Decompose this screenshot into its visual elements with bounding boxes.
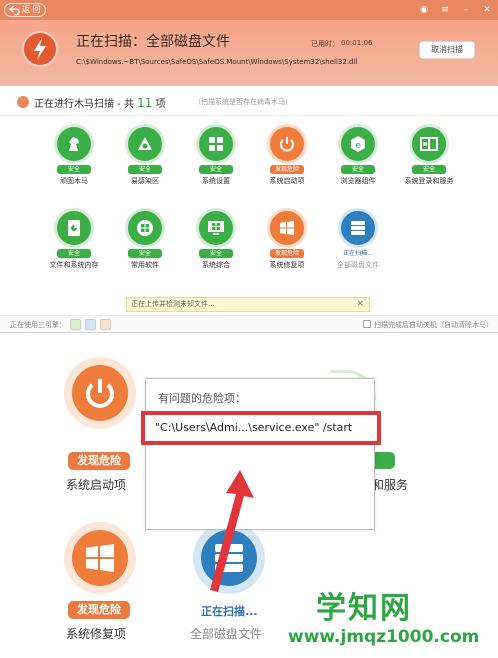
horse-icon [54,124,94,164]
scan-item-label: 全部磁盘文件 [337,261,379,269]
scan-item-common-software[interactable]: 安全 常用软件 [113,208,177,278]
antivirus-window: 返 回 ◉ ≡ – ✕ 正在扫描：全部磁盘文件 C:\$Windows.~BT\… [0,0,498,333]
status-badge: 安全 [57,249,91,258]
red-arrow-icon [210,470,254,592]
scan-item-label: 系统设置 [202,177,230,185]
zoom-repair-label: 系统修复项 [66,627,127,641]
zoom-repair-item[interactable] [64,522,154,642]
scan-item-file-memory[interactable]: 安全 文件和系统内存 [42,208,106,278]
site-watermark: 学知网 www.jmqz1000.com [288,583,493,655]
back-label: 返 回 [22,5,41,14]
skin-icon[interactable]: ◉ [417,3,431,17]
status-bar: 正在使用三引擎： 扫描完成后自动关机（自动清除木马） [0,315,498,332]
scan-header: 正在扫描：全部磁盘文件 C:\$Windows.~BT\Sources\Safe… [0,20,498,86]
browser-icon: e [338,124,378,164]
engine-label: 正在使用三引擎： [10,321,66,329]
zoom-startup-status: 发现危险 [68,452,130,470]
scan-title: 正在扫描：全部磁盘文件 [76,34,230,50]
scan-item-count: 11 [137,96,153,110]
scan-title-suffix: 项 [155,99,166,110]
apps-icon [125,208,165,248]
scan-item-label: 常用软件 [131,261,159,269]
cancel-scan-button[interactable]: 取消扫描 [419,41,475,59]
zoom-disk-status: 正在扫描... [201,605,258,618]
scan-subheader: 正在进行木马扫描 - 共 11 项 （扫描系统是否存在病毒木马） [0,86,498,116]
elapsed-value: 00:01:06 [341,39,373,47]
repair-icon [64,522,136,594]
scan-item-label: 系统综合 [202,261,230,269]
status-badge: 安全 [199,249,233,258]
scan-item-label: 易感染区 [131,177,159,185]
power-icon [64,357,136,429]
scan-item-infection-area[interactable]: 安全 易感染区 [113,124,177,194]
scan-current-path: C:\$Windows.~BT\Sources\SafeOS\SafeOS.Mo… [76,58,358,66]
svg-text:e: e [355,141,361,151]
memory-icon [54,208,94,248]
status-badge: 安全 [57,165,91,174]
scan-item-browser[interactable]: e 安全 浏览器组件 [326,124,390,194]
notice-text: 正在上传并检测未知文件... [131,300,215,308]
scan-item-system-settings[interactable]: 安全 系统设置 [184,124,248,194]
close-icon[interactable]: ✕ [480,3,494,17]
scan-note: （扫描系统是否存在病毒木马） [194,98,292,106]
scan-item-startup[interactable]: 发现危险 系统启动项 [255,124,319,194]
windows-icon [196,208,236,248]
scan-item-system-repair[interactable]: 发现危险 系统修复项 [255,208,319,278]
zoom-disk-label: 全部磁盘文件 [190,627,263,641]
watermark-title: 学知网 [316,591,412,626]
status-badge: 发现危险 [270,165,304,174]
status-badge: 安全 [128,165,162,174]
engine-local-icon[interactable] [85,319,96,330]
engine-cloud-icon[interactable] [70,319,81,330]
scan-item-label: 系统修复项 [269,261,305,269]
zoom-login-badge-partial [375,452,395,469]
status-badge: 正在扫描... [343,250,373,257]
power-icon [267,124,307,164]
settings-icon [196,124,236,164]
popup-title: 有问题的危险项： [158,392,246,405]
status-badge: 安全 [341,165,375,174]
scan-item-label: 浏览器组件 [340,177,376,185]
zoom-startup-label: 系统启动项 [66,478,127,492]
scan-item-stubborn-trojan[interactable]: 安全 顽固木马 [42,124,106,194]
scan-item-label: 系统登录和服务 [404,177,454,185]
scan-status-icon [22,31,58,67]
back-arrow-icon [9,5,20,16]
zoom-login-label-partial: 和服务 [372,478,409,492]
status-badge: 安全 [128,249,162,258]
engine-ai-icon[interactable] [100,319,111,330]
scan-item-system-general[interactable]: 安全 系统综合 [184,208,248,278]
elapsed-label: 已用时： [311,40,339,48]
title-bar: 返 回 ◉ ≡ – ✕ [0,0,498,20]
watermark-url: www.jmqz1000.com [288,627,480,647]
minimize-icon[interactable]: – [459,3,473,17]
status-badge: 发现危险 [270,249,304,258]
login-icon [409,124,449,164]
trojan-scan-icon [17,96,29,108]
disk-icon [338,208,378,248]
notice-close-button[interactable]: × [356,298,364,311]
risk-item-highlight[interactable]: "C:\Users\Admi...\service.exe" /start [141,411,381,445]
auto-shutdown-checkbox[interactable] [363,320,371,328]
repair-icon [267,208,307,248]
scan-title-prefix: 正在进行木马扫描 - 共 [34,99,134,110]
upload-notice: 正在上传并检测未知文件... × [126,297,370,312]
scan-item-label: 系统启动项 [269,177,305,185]
scan-item-all-disks[interactable]: 正在扫描... 全部磁盘文件 [326,208,390,278]
back-button[interactable]: 返 回 [4,3,46,17]
scan-count-title: 正在进行木马扫描 - 共 11 项 [34,95,166,110]
status-badge: 安全 [412,165,446,174]
menu-icon[interactable]: ≡ [438,3,452,17]
risk-item-command: "C:\Users\Admi...\service.exe" /start [155,421,353,434]
nodes-icon [125,124,165,164]
scan-item-label: 文件和系统内存 [49,261,99,269]
status-badge: 安全 [199,165,233,174]
auto-shutdown-label: 扫描完成后自动关机（自动清除木马） [374,321,493,329]
window-controls: ◉ ≡ – ✕ [417,3,494,17]
scan-item-label: 顽固木马 [60,177,88,185]
zoom-repair-status: 发现危险 [68,601,130,619]
scan-item-login-services[interactable]: 安全 系统登录和服务 [397,124,461,194]
